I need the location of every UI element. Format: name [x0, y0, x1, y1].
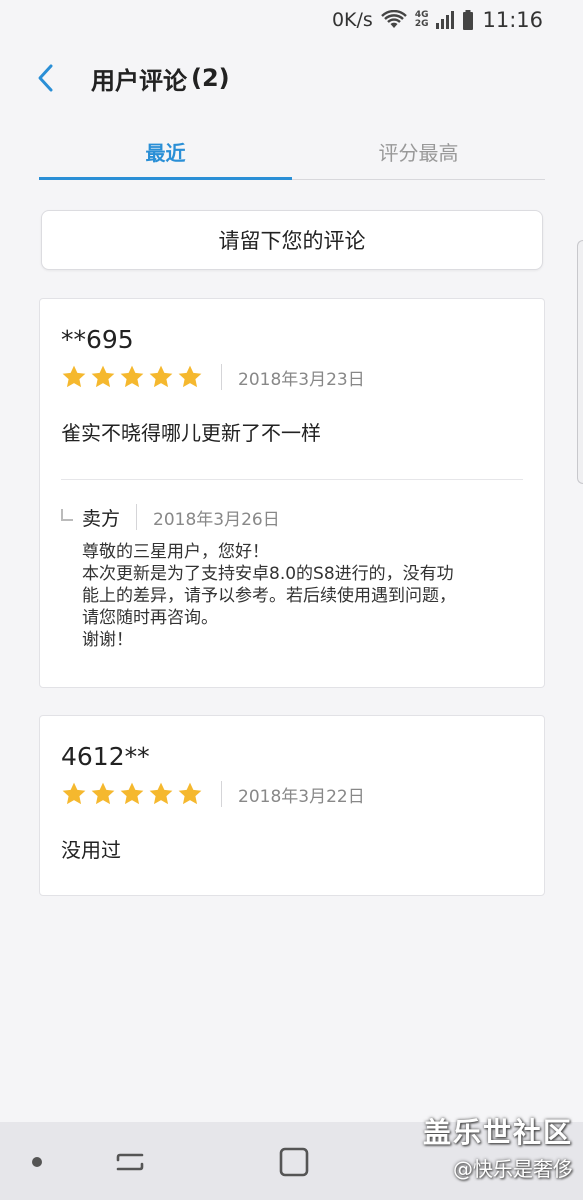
star-icon: [149, 365, 173, 388]
star-icon: [178, 365, 202, 388]
review-date: 2018年3月23日: [238, 369, 365, 390]
reply-line: 能上的差异，请予以参考。若后续使用遇到问题，: [82, 586, 456, 606]
star-icon: [62, 782, 86, 805]
reply-corner-icon: [61, 509, 73, 521]
reply-header: 卖方 2018年3月26日: [82, 503, 280, 531]
network-type-label: 4G 2G: [414, 10, 429, 29]
star-icon: [62, 365, 86, 388]
status-bar: 0K/s 4G 2G 11:16: [0, 0, 583, 40]
star-icon: [120, 365, 144, 388]
review-card: **695 2018年3月23日 雀实不晓得哪儿更新了不一样 卖方 2018年3…: [39, 298, 545, 688]
page-title: 用户评论 (2): [91, 62, 230, 95]
scroll-indicator[interactable]: [577, 240, 583, 484]
seller-label: 卖方: [82, 507, 121, 530]
star-icon: [91, 782, 115, 805]
star-icon: [91, 365, 115, 388]
star-icon: [149, 782, 173, 805]
network-speed: 0K/s: [331, 9, 373, 31]
reply-line: 请您随时再咨询。: [82, 608, 218, 628]
separator: [221, 781, 222, 807]
reply-line: 本次更新是为了支持安卓8.0的S8进行的，没有功: [82, 564, 454, 584]
status-icons: 0K/s 4G 2G 11:16: [332, 6, 543, 34]
chevron-left-icon: [38, 64, 53, 92]
separator: [221, 364, 222, 390]
review-comment: 没用过: [61, 838, 121, 862]
star-rating: [61, 364, 203, 390]
review-card: 4612** 2018年3月22日 没用过: [39, 715, 545, 896]
nav-dot-icon[interactable]: [32, 1157, 42, 1167]
reply-line: 尊敬的三星用户，您好！: [82, 542, 269, 562]
reviewer-name: **695: [61, 325, 134, 354]
rating-row: 2018年3月22日: [61, 780, 365, 808]
star-icon: [120, 782, 144, 805]
tab-highest-rated[interactable]: 评分最高: [292, 124, 545, 179]
separator: [136, 504, 138, 530]
review-count: (2): [191, 64, 230, 92]
star-icon: [178, 782, 202, 805]
sort-tabs: 最近 评分最高: [39, 124, 545, 180]
review-comment: 雀实不晓得哪儿更新了不一样: [61, 421, 321, 445]
signal-icon: [436, 11, 455, 29]
back-button[interactable]: [26, 58, 66, 98]
leave-comment-button[interactable]: 请留下您的评论: [41, 210, 543, 270]
star-rating: [61, 781, 203, 807]
rating-row: 2018年3月23日: [61, 363, 365, 391]
home-icon[interactable]: [276, 1144, 312, 1180]
reply-text: 尊敬的三星用户，您好！ 本次更新是为了支持安卓8.0的S8进行的，没有功 能上的…: [82, 541, 522, 651]
navigation-bar: [0, 1122, 583, 1200]
page-title-text: 用户评论: [91, 66, 187, 95]
recent-apps-icon[interactable]: [112, 1144, 148, 1180]
tab-recent[interactable]: 最近: [39, 124, 292, 180]
clock: 11:16: [482, 8, 543, 32]
reply-line: 谢谢！: [82, 630, 133, 650]
wifi-icon: [380, 10, 407, 30]
app-header: 用户评论 (2): [0, 40, 583, 118]
divider: [61, 479, 523, 480]
review-date: 2018年3月22日: [238, 786, 365, 807]
reply-date: 2018年3月26日: [153, 509, 280, 530]
reviewer-name: 4612**: [61, 742, 150, 771]
battery-icon: [462, 10, 474, 30]
